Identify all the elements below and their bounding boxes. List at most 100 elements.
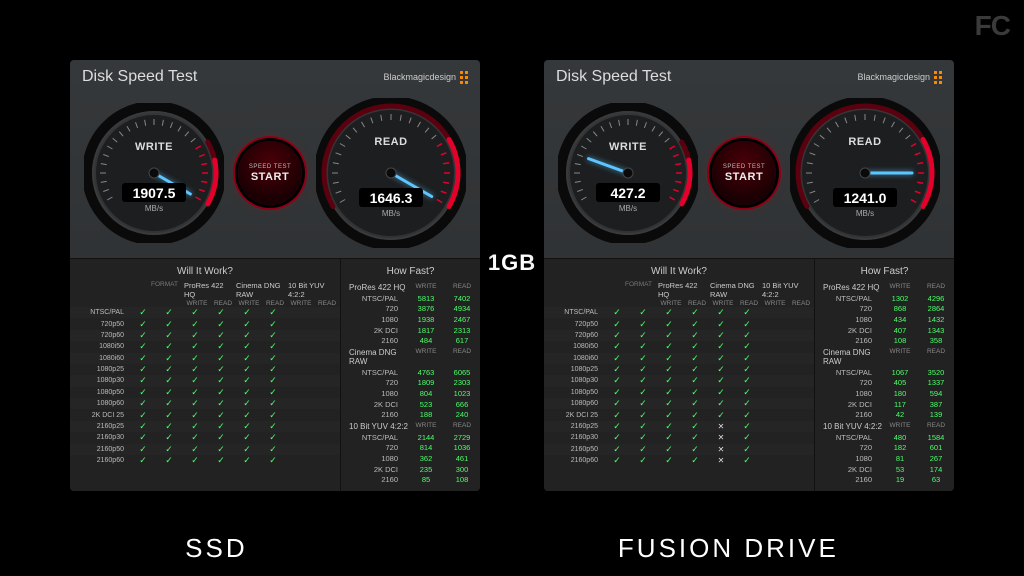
footer-labels: SSD FUSION DRIVE xyxy=(0,533,1024,564)
will-cell: ✓ xyxy=(682,456,708,465)
will-cell: ✓ xyxy=(708,399,734,408)
will-cell: ✓ xyxy=(708,331,734,340)
will-cell: ✓ xyxy=(156,331,182,340)
will-cell: ✓ xyxy=(604,354,630,363)
howfast-row: 2160108358 xyxy=(815,335,954,346)
howfast-row: 72018092303 xyxy=(341,378,480,389)
will-cell: ✓ xyxy=(630,376,656,385)
will-cell: ✓ xyxy=(708,308,734,317)
will-cell: ✓ xyxy=(156,320,182,329)
panels-container: Disk Speed Test Blackmagicdesign WRITE 1… xyxy=(0,60,1024,491)
will-cell: ✓ xyxy=(708,411,734,420)
will-cell: ✓ xyxy=(234,320,260,329)
howfast-row: 7204051337 xyxy=(815,378,954,389)
will-row: NTSC/PAL✓✓✓✓✓✓ xyxy=(70,307,340,318)
will-row: 2160p25✓✓✓✓✕✓ xyxy=(544,421,814,432)
format-name: 2160p60 xyxy=(70,457,130,464)
will-cell: ✓ xyxy=(156,456,182,465)
will-cell: ✓ xyxy=(734,376,760,385)
brand: Blackmagicdesign xyxy=(857,71,942,84)
will-cell: ✓ xyxy=(604,308,630,317)
format-name: 720p60 xyxy=(544,332,604,339)
will-cell: ✓ xyxy=(708,365,734,374)
howfast-row: 108081267 xyxy=(815,453,954,464)
will-row: 720p60✓✓✓✓✓✓ xyxy=(70,330,340,341)
howfast-row: 2K DCI523666 xyxy=(341,399,480,410)
will-cell: ✓ xyxy=(208,422,234,431)
will-cell: ✓ xyxy=(260,422,286,431)
will-cell: ✓ xyxy=(682,376,708,385)
will-cell: ✓ xyxy=(208,456,234,465)
will-cell: ✓ xyxy=(208,411,234,420)
will-cell: ✓ xyxy=(630,399,656,408)
will-cell: ✓ xyxy=(182,376,208,385)
will-cell: ✓ xyxy=(734,331,760,340)
start-button[interactable]: SPEED TEST START xyxy=(712,141,776,205)
howfast-group-header: Cinema DNG RAWWRITEREAD xyxy=(341,346,480,367)
format-name: 1080i60 xyxy=(544,355,604,362)
format-name: 1080p25 xyxy=(544,366,604,373)
will-cell: ✓ xyxy=(630,331,656,340)
brand-icon xyxy=(460,71,468,84)
start-button[interactable]: SPEED TEST START xyxy=(238,141,302,205)
will-cell: ✓ xyxy=(234,342,260,351)
will-cell: ✓ xyxy=(260,365,286,374)
will-cell: ✓ xyxy=(130,365,156,374)
titlebar: Disk Speed Test Blackmagicdesign xyxy=(70,60,480,92)
will-cell: ✓ xyxy=(182,388,208,397)
will-cell: ✓ xyxy=(734,445,760,454)
will-cell: ✓ xyxy=(182,411,208,420)
format-name: 1080i50 xyxy=(70,343,130,350)
will-cell: ✓ xyxy=(604,399,630,408)
will-cell: ✓ xyxy=(734,411,760,420)
will-cell: ✓ xyxy=(630,422,656,431)
will-cell: ✓ xyxy=(208,399,234,408)
format-name: 1080p60 xyxy=(70,400,130,407)
disk-speed-panel-left: Disk Speed Test Blackmagicdesign WRITE 1… xyxy=(70,60,480,491)
will-row: 1080p30✓✓✓✓✓✓ xyxy=(544,375,814,386)
will-row: 2160p50✓✓✓✓✓✓ xyxy=(70,444,340,455)
howfast-row: 2K DCI117387 xyxy=(815,399,954,410)
will-row: 2160p30✓✓✓✓✓✓ xyxy=(70,432,340,443)
will-cell: ✓ xyxy=(260,445,286,454)
howfast-row: NTSC/PAL4801584 xyxy=(815,432,954,443)
app-title: Disk Speed Test xyxy=(82,68,197,85)
howfast-row: 1080180594 xyxy=(815,388,954,399)
howfast-group-header: Cinema DNG RAWWRITEREAD xyxy=(815,346,954,367)
will-cell: ✓ xyxy=(260,388,286,397)
will-cell: ✓ xyxy=(734,342,760,351)
will-cell: ✓ xyxy=(682,365,708,374)
will-cell: ✓ xyxy=(734,433,760,442)
will-cell: ✓ xyxy=(656,308,682,317)
will-cell: ✕ xyxy=(708,422,734,431)
will-cell: ✓ xyxy=(156,342,182,351)
brand-icon xyxy=(934,71,942,84)
write-gauge: WRITE 1907.5MB/s xyxy=(84,103,224,243)
will-row: 1080i60✓✓✓✓✓✓ xyxy=(70,353,340,364)
will-cell: ✓ xyxy=(630,411,656,420)
format-name: 2160p25 xyxy=(70,423,130,430)
will-cell: ✓ xyxy=(234,433,260,442)
will-row: 1080p60✓✓✓✓✓✓ xyxy=(70,398,340,409)
will-row: 2160p30✓✓✓✓✕✓ xyxy=(544,432,814,443)
will-row: 2160p60✓✓✓✓✓✓ xyxy=(70,455,340,466)
will-cell: ✓ xyxy=(156,433,182,442)
will-cell: ✓ xyxy=(734,456,760,465)
disk-speed-panel-right: Disk Speed Test Blackmagicdesign WRITE 4… xyxy=(544,60,954,491)
howfast-group-header: ProRes 422 HQWRITEREAD xyxy=(341,281,480,293)
will-cell: ✓ xyxy=(682,354,708,363)
will-row: 1080p50✓✓✓✓✓✓ xyxy=(70,387,340,398)
will-cell: ✓ xyxy=(682,411,708,420)
write-label: WRITE xyxy=(558,141,698,153)
will-row: 1080p25✓✓✓✓✓✓ xyxy=(70,364,340,375)
will-cell: ✓ xyxy=(630,445,656,454)
howfast-row: 2160188240 xyxy=(341,409,480,420)
will-row: 720p50✓✓✓✓✓✓ xyxy=(544,318,814,329)
format-name: 2160p30 xyxy=(70,434,130,441)
howfast-row: 7208682864 xyxy=(815,304,954,315)
format-name: 720p50 xyxy=(70,321,130,328)
will-cell: ✓ xyxy=(130,388,156,397)
will-cell: ✓ xyxy=(156,445,182,454)
read-label: READ xyxy=(316,136,466,148)
read-gauge: READ 1241.0MB/s xyxy=(790,98,940,248)
